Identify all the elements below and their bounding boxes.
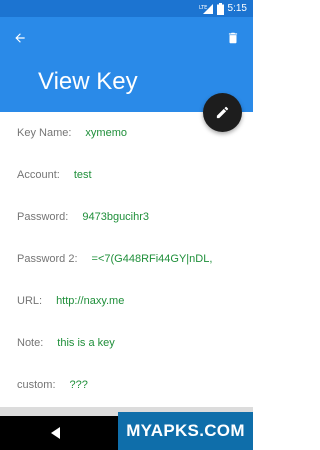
field-label: Password: [17,211,69,223]
field-value[interactable]: http://naxy.me [56,294,124,308]
field-label: custom: [17,379,56,391]
delete-button[interactable] [222,27,244,49]
status-icons: LTE 5:15 [199,2,247,15]
field-label: Account: [17,169,60,181]
field-url: URL: http://naxy.me [17,292,124,310]
status-bar: LTE 5:15 [0,0,253,17]
field-custom: custom: ??? [17,376,88,394]
field-label: Note: [17,337,44,349]
field-note: Note: this is a key [17,334,115,352]
page-title: View Key [38,68,138,95]
network-label: LTE [199,5,207,11]
field-value: test [73,169,92,181]
trash-icon [228,32,238,44]
status-time: 5:15 [227,3,247,14]
field-value: ??? [69,379,88,391]
field-password-2: Password 2: =<7(G448RFi44GY|nDL, [17,250,212,268]
field-label: Password 2: [17,253,78,265]
back-button[interactable] [9,27,31,49]
watermark-badge: MYAPKS.COM [118,412,253,450]
edit-fab-button[interactable] [203,93,242,132]
pencil-icon [216,106,229,119]
field-label: URL: [17,295,43,307]
field-key-name: Key Name: xymemo [17,124,127,142]
watermark-text: MYAPKS.COM [126,421,245,440]
field-value: =<7(G448RFi44GY|nDL, [91,253,213,265]
field-label: Key Name: [17,127,72,139]
lte-signal-icon: LTE [199,4,213,14]
field-password: Password: 9473bgucihr3 [17,208,149,226]
field-account: Account: test [17,166,92,184]
battery-icon [216,2,224,15]
arrow-left-icon [15,33,25,43]
field-value: xymemo [85,127,127,139]
field-value: this is a key [57,337,115,349]
field-value: 9473bgucihr3 [82,211,150,223]
nav-back-icon[interactable] [49,426,63,440]
